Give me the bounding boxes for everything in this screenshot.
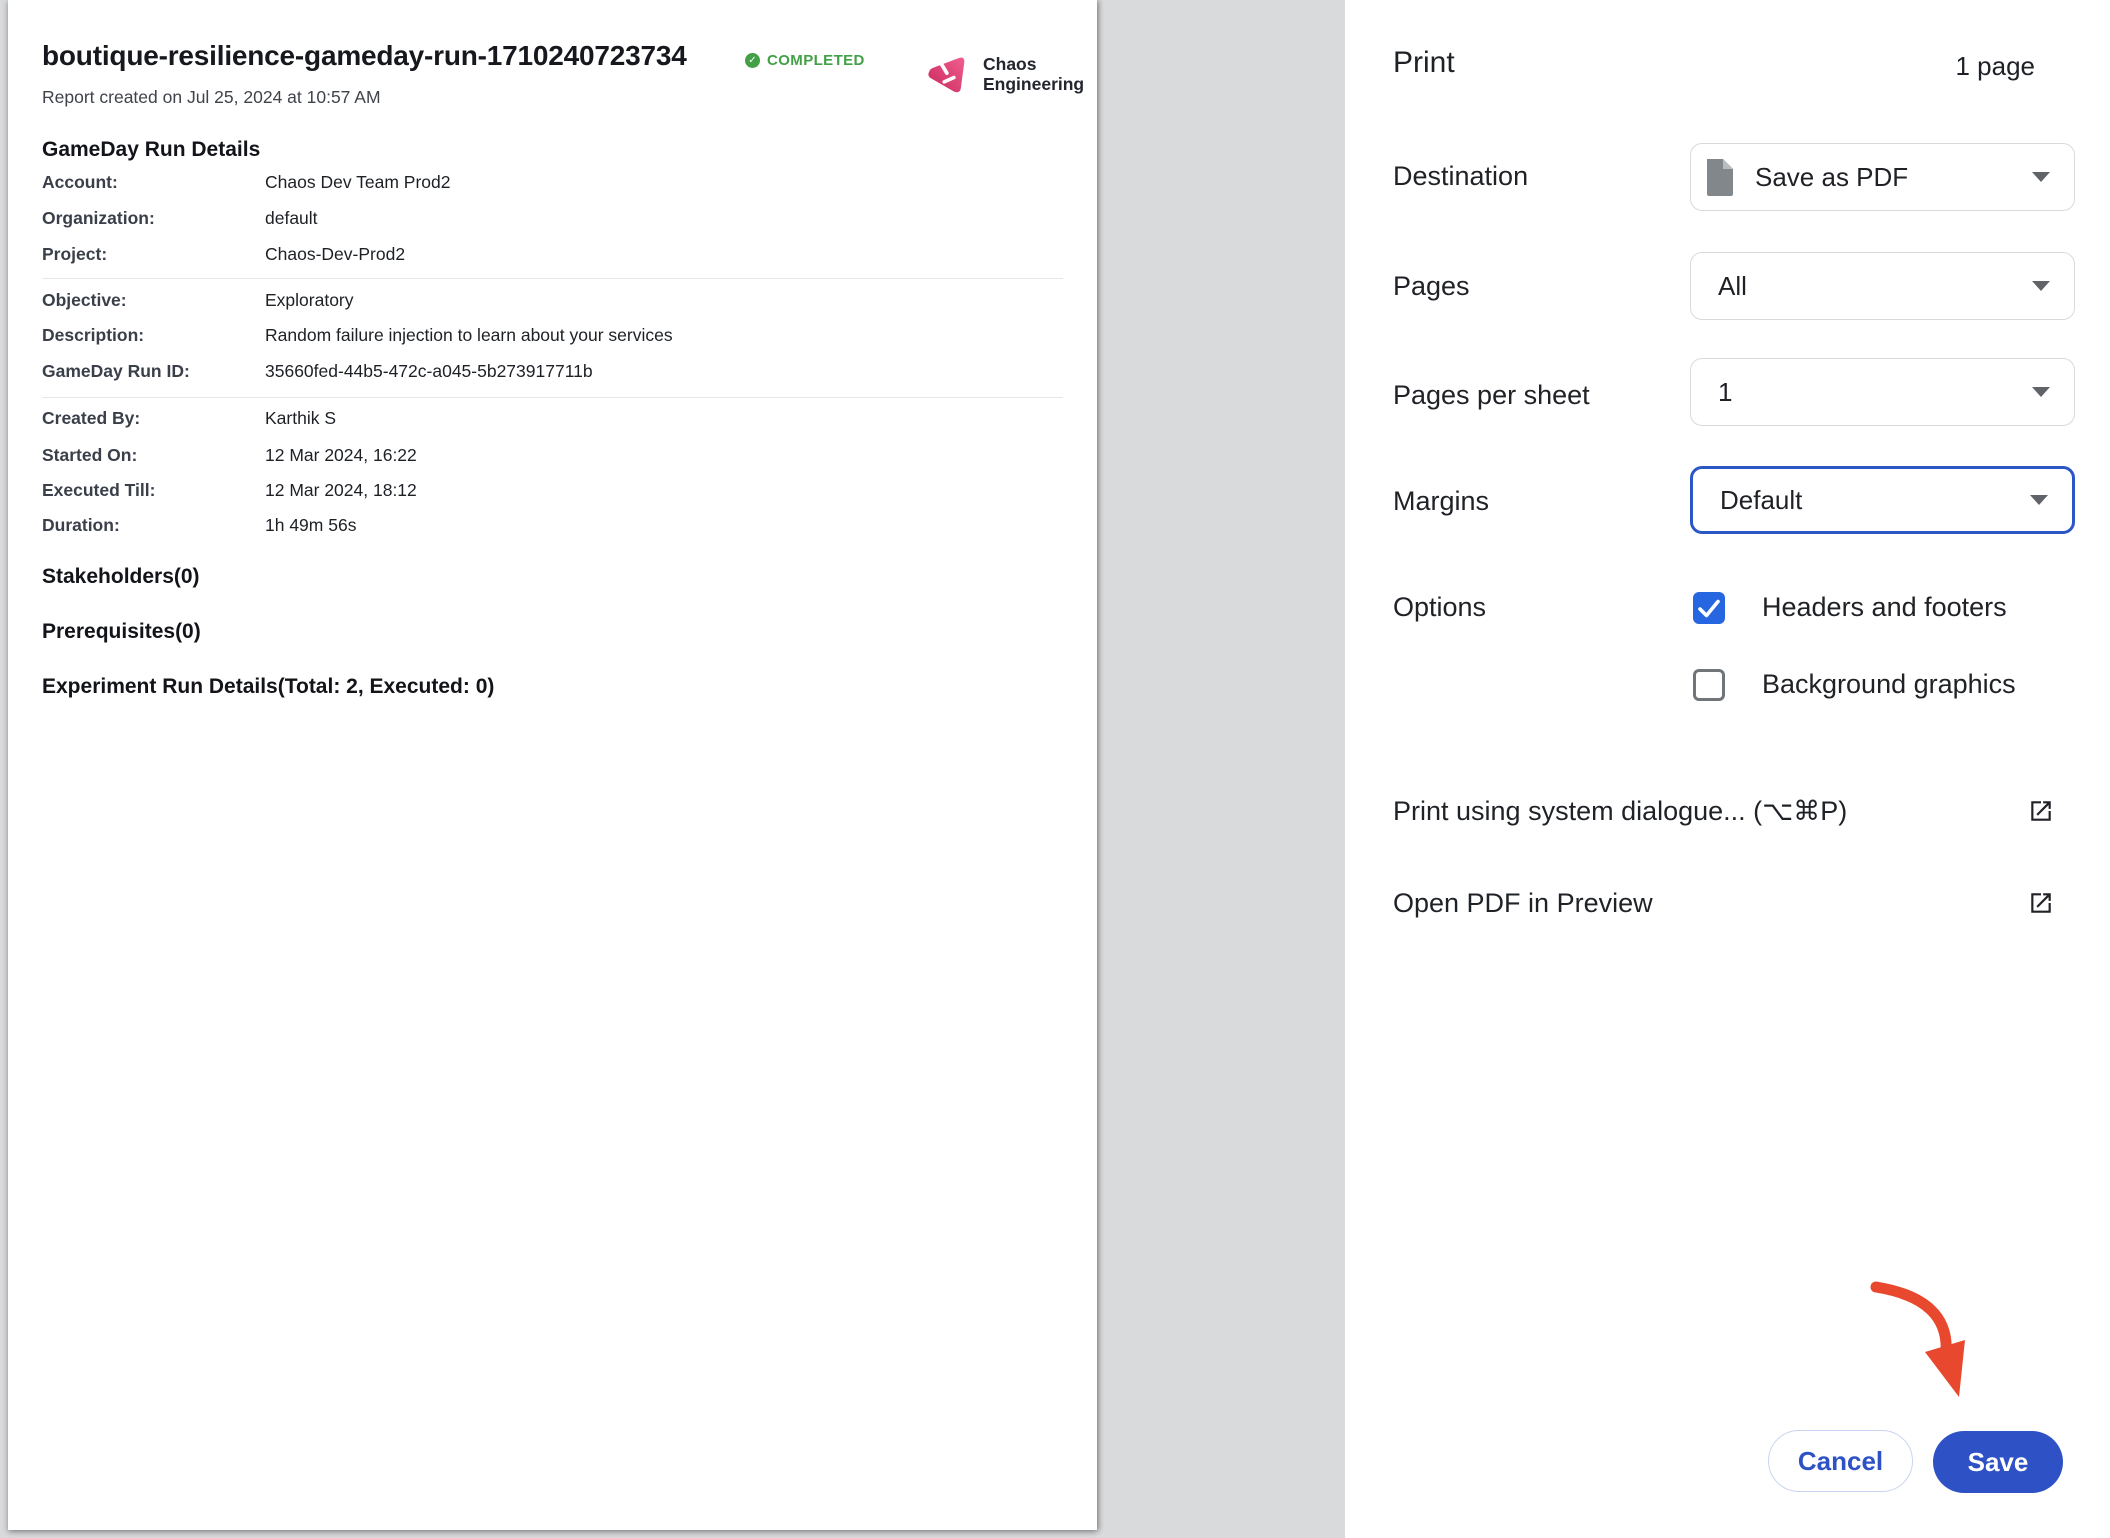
detail-row-run-id: GameDay Run ID:35660fed-44b5-472c-a045-5…	[42, 361, 1063, 382]
open-pdf-preview-link[interactable]: Open PDF in Preview	[1345, 888, 2110, 934]
pages-value: All	[1718, 271, 1747, 302]
detail-row-account: Account:Chaos Dev Team Prod2	[42, 172, 1063, 193]
section-divider	[42, 278, 1063, 279]
print-system-dialog-text: Print using system dialogue... (⌥⌘P)	[1393, 796, 1847, 827]
open-pdf-preview-text: Open PDF in Preview	[1393, 888, 1653, 919]
row-value: Chaos-Dev-Prod2	[265, 244, 405, 264]
row-value: Exploratory	[265, 290, 354, 310]
row-label: Account:	[42, 172, 265, 193]
row-label: Project:	[42, 244, 265, 265]
row-label: Duration:	[42, 515, 265, 536]
row-label: Organization:	[42, 208, 265, 229]
margins-dropdown[interactable]: Default	[1690, 466, 2075, 534]
print-system-dialog-link[interactable]: Print using system dialogue... (⌥⌘P)	[1345, 796, 2110, 842]
gameday-details-header: GameDay Run Details	[42, 138, 260, 162]
print-preview-page: boutique-resilience-gameday-run-17102407…	[8, 0, 1097, 1530]
row-label: Started On:	[42, 445, 265, 466]
completed-check-icon: ✓	[745, 53, 760, 68]
margins-label: Margins	[1393, 486, 1489, 517]
background-graphics-label: Background graphics	[1762, 669, 2016, 700]
detail-row-duration: Duration:1h 49m 56s	[42, 515, 1063, 536]
detail-row-created-by: Created By:Karthik S	[42, 408, 1063, 429]
prerequisites-header: Prerequisites(0)	[42, 620, 201, 644]
chevron-down-icon	[2032, 172, 2050, 182]
logo-wordmark: Chaos Engineering	[983, 54, 1084, 94]
chaos-engineering-logo: Chaos Engineering	[925, 52, 1084, 96]
row-value: 35660fed-44b5-472c-a045-5b273917711b	[265, 361, 593, 381]
report-title: boutique-resilience-gameday-run-17102407…	[42, 40, 687, 72]
checkmark-icon	[1693, 592, 1725, 624]
row-label: Objective:	[42, 290, 265, 311]
row-value: default	[265, 208, 318, 228]
detail-row-executed-till: Executed Till:12 Mar 2024, 18:12	[42, 480, 1063, 501]
detail-row-organization: Organization:default	[42, 208, 1063, 229]
row-value: Karthik S	[265, 408, 336, 428]
pages-per-sheet-dropdown[interactable]: 1	[1690, 358, 2075, 426]
margins-value: Default	[1720, 485, 1802, 516]
page-count: 1 page	[1955, 51, 2035, 82]
headers-footers-label: Headers and footers	[1762, 592, 2007, 623]
row-label: Description:	[42, 325, 265, 346]
external-link-icon	[2028, 890, 2054, 916]
logo-line2: Engineering	[983, 74, 1084, 94]
row-label: Executed Till:	[42, 480, 265, 501]
detail-row-description: Description:Random failure injection to …	[42, 325, 1063, 346]
external-link-icon	[2028, 798, 2054, 824]
pages-label: Pages	[1393, 271, 1470, 302]
pdf-file-icon	[1705, 159, 1735, 196]
detail-row-objective: Objective:Exploratory	[42, 290, 1063, 311]
report-created-line: Report created on Jul 25, 2024 at 10:57 …	[42, 87, 381, 108]
row-value: Chaos Dev Team Prod2	[265, 172, 450, 192]
options-label: Options	[1393, 592, 1486, 623]
pages-per-sheet-label: Pages per sheet	[1393, 380, 1590, 411]
chevron-down-icon	[2032, 387, 2050, 397]
experiment-run-details-header: Experiment Run Details(Total: 2, Execute…	[42, 675, 494, 699]
pages-dropdown[interactable]: All	[1690, 252, 2075, 320]
detail-row-started-on: Started On:12 Mar 2024, 16:22	[42, 445, 1063, 466]
row-value: Random failure injection to learn about …	[265, 325, 673, 345]
save-button[interactable]: Save	[1933, 1431, 2063, 1493]
destination-value: Save as PDF	[1755, 162, 1908, 193]
stakeholders-header: Stakeholders(0)	[42, 565, 200, 589]
cancel-button[interactable]: Cancel	[1768, 1430, 1913, 1492]
row-value: 1h 49m 56s	[265, 515, 356, 535]
background-graphics-checkbox[interactable]	[1693, 669, 1725, 701]
chevron-down-icon	[2030, 495, 2048, 505]
chevron-down-icon	[2032, 281, 2050, 291]
row-label: Created By:	[42, 408, 265, 429]
destination-dropdown[interactable]: Save as PDF	[1690, 143, 2075, 211]
status-badge: ✓ COMPLETED	[745, 52, 865, 69]
print-settings-panel: Print 1 page Destination Save as PDF Pag…	[1345, 0, 2110, 1538]
logo-line1: Chaos	[983, 54, 1084, 74]
row-value: 12 Mar 2024, 18:12	[265, 480, 417, 500]
detail-row-project: Project:Chaos-Dev-Prod2	[42, 244, 1063, 265]
print-dialog-title: Print	[1393, 46, 1455, 80]
chaos-engineering-logo-icon	[925, 52, 967, 96]
status-badge-label: COMPLETED	[767, 52, 865, 69]
row-label: GameDay Run ID:	[42, 361, 265, 382]
headers-footers-checkbox[interactable]	[1693, 592, 1725, 624]
destination-label: Destination	[1393, 161, 1528, 192]
pages-per-sheet-value: 1	[1718, 377, 1732, 408]
row-value: 12 Mar 2024, 16:22	[265, 445, 417, 465]
section-divider	[42, 397, 1063, 398]
